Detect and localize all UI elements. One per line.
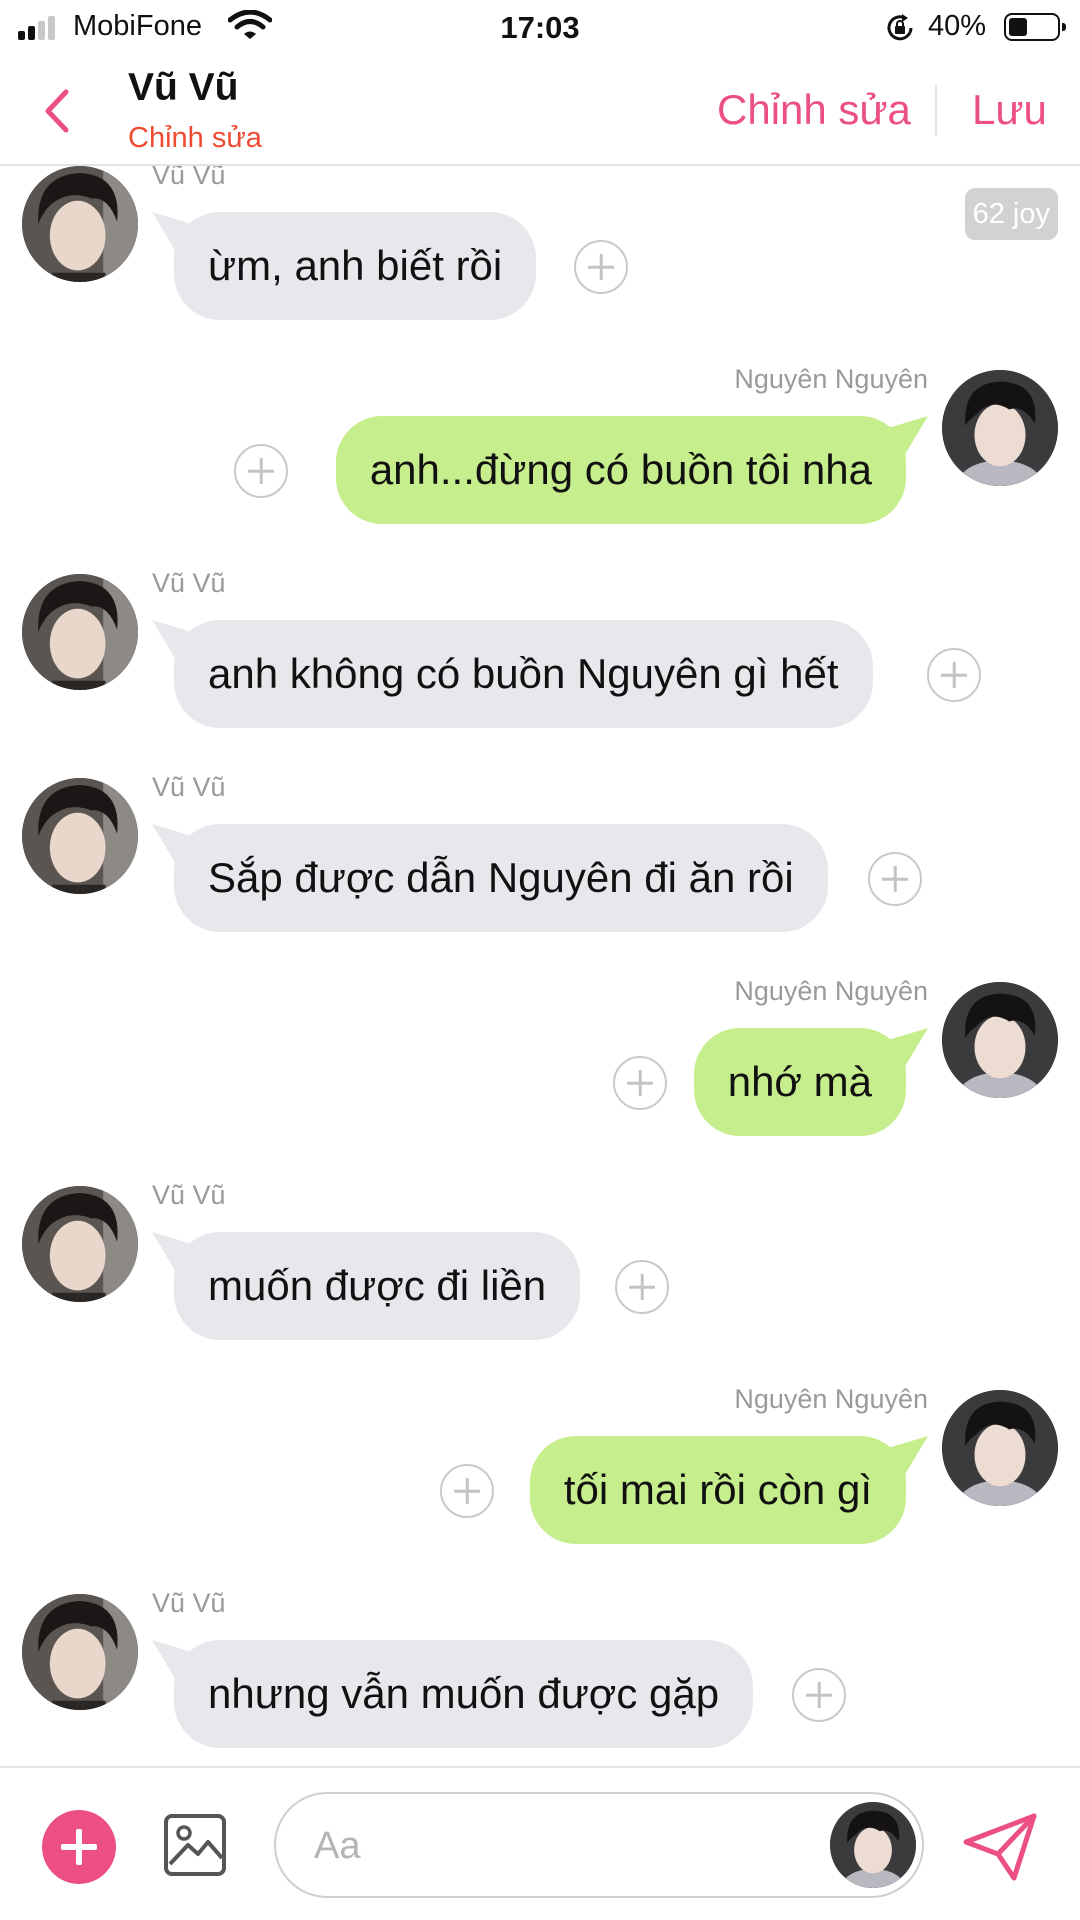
sender-name: Nguyên Nguyên bbox=[734, 364, 928, 394]
message-row: Nguyên Nguyên tối mai rồi còn gì bbox=[0, 1384, 1080, 1550]
message-bubble[interactable]: nhưng vẫn muốn được gặp bbox=[174, 1640, 754, 1748]
back-button[interactable] bbox=[36, 84, 80, 138]
avatar[interactable] bbox=[942, 1390, 1058, 1506]
edit-subtitle-link[interactable]: Chỉnh sửa bbox=[128, 122, 262, 155]
header-divider bbox=[935, 84, 937, 136]
sender-name: Vũ Vũ bbox=[152, 1588, 226, 1618]
message-row: Vũ Vũ muốn được đi liền bbox=[0, 1180, 1080, 1346]
message-list[interactable]: 62 joy Vũ Vũ ừm, anh biết rồi Nguyên Ngu… bbox=[0, 166, 1080, 1766]
chat-header: Vũ Vũ Chỉnh sửa Chỉnh sửa Lưu bbox=[0, 56, 1080, 166]
sender-name: Nguyên Nguyên bbox=[734, 976, 928, 1006]
bubble-plus-button[interactable] bbox=[615, 1260, 669, 1314]
battery-icon bbox=[1004, 13, 1066, 41]
message-row: Nguyên Nguyên anh...đừng có buồn tôi nha bbox=[0, 364, 1080, 530]
status-time: 17:03 bbox=[500, 10, 580, 45]
bubble-plus-button[interactable] bbox=[574, 240, 628, 294]
battery-level bbox=[1009, 18, 1027, 36]
avatar[interactable] bbox=[830, 1802, 916, 1888]
avatar[interactable] bbox=[22, 166, 138, 282]
message-bubble[interactable]: muốn được đi liền bbox=[174, 1232, 581, 1340]
bubble-plus-button[interactable] bbox=[927, 648, 981, 702]
message-row: Vũ Vũ anh không có buồn Nguyên gì hết bbox=[0, 568, 1080, 734]
bubble-plus-button[interactable] bbox=[868, 852, 922, 906]
bubble-plus-button[interactable] bbox=[234, 444, 288, 498]
status-bar: MobiFone 17:03 40% bbox=[0, 0, 1080, 56]
send-icon[interactable] bbox=[962, 1812, 1038, 1882]
message-bubble[interactable]: tối mai rồi còn gì bbox=[529, 1436, 906, 1544]
rotation-lock-icon bbox=[887, 14, 913, 41]
message-input[interactable]: Aa bbox=[274, 1792, 924, 1898]
avatar[interactable] bbox=[942, 982, 1058, 1098]
sender-name: Vũ Vũ bbox=[152, 166, 226, 190]
sender-name: Vũ Vũ bbox=[152, 772, 226, 802]
sender-name: Nguyên Nguyên bbox=[734, 1384, 928, 1414]
message-bubble[interactable]: anh...đừng có buồn tôi nha bbox=[335, 416, 906, 524]
contact-name: Vũ Vũ bbox=[128, 66, 239, 109]
avatar[interactable] bbox=[942, 370, 1058, 486]
avatar[interactable] bbox=[22, 778, 138, 894]
message-bubble[interactable]: Sắp được dẫn Nguyên đi ăn rồi bbox=[174, 824, 828, 932]
edit-button[interactable]: Chỉnh sửa bbox=[717, 86, 911, 134]
bubble-plus-button[interactable] bbox=[613, 1056, 667, 1110]
composer-bar: Aa bbox=[0, 1766, 1080, 1920]
message-input-placeholder: Aa bbox=[314, 1825, 361, 1867]
gallery-icon[interactable] bbox=[162, 1812, 228, 1878]
sender-name: Vũ Vũ bbox=[152, 568, 226, 598]
battery-percent: 40% bbox=[928, 10, 987, 42]
sender-name: Vũ Vũ bbox=[152, 1180, 226, 1210]
bubble-plus-button[interactable] bbox=[440, 1464, 494, 1518]
avatar[interactable] bbox=[22, 1186, 138, 1302]
message-bubble[interactable]: ừm, anh biết rồi bbox=[174, 212, 537, 320]
save-button[interactable]: Lưu bbox=[972, 86, 1047, 134]
add-button[interactable] bbox=[42, 1810, 116, 1884]
message-bubble[interactable]: nhớ mà bbox=[693, 1028, 906, 1136]
message-row: Vũ Vũ Sắp được dẫn Nguyên đi ăn rồi bbox=[0, 772, 1080, 938]
avatar[interactable] bbox=[22, 1594, 138, 1710]
message-row: Nguyên Nguyên nhớ mà bbox=[0, 976, 1080, 1142]
avatar[interactable] bbox=[22, 574, 138, 690]
message-bubble[interactable]: anh không có buồn Nguyên gì hết bbox=[174, 620, 873, 728]
message-row: Vũ Vũ nhưng vẫn muốn được gặp bbox=[0, 1588, 1080, 1754]
bubble-plus-button[interactable] bbox=[792, 1668, 846, 1722]
message-row: Vũ Vũ ừm, anh biết rồi bbox=[0, 166, 1080, 326]
